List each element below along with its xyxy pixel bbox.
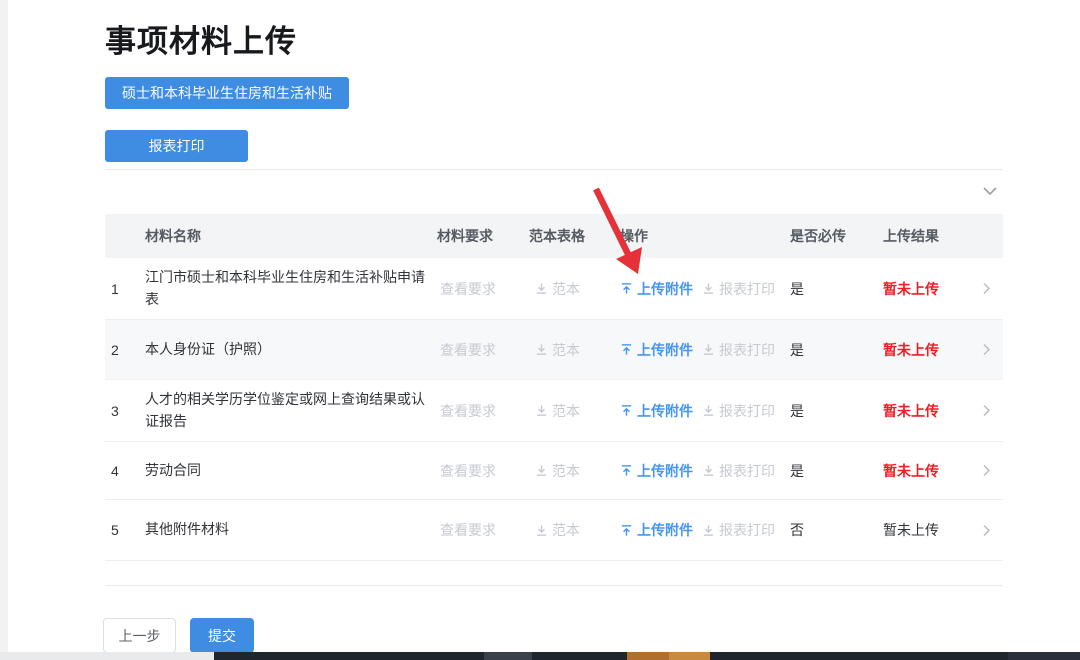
previous-step-button[interactable]: 上一步 <box>103 618 176 653</box>
bottom-taskbar-edge <box>0 652 1080 660</box>
download-icon <box>702 524 715 537</box>
upload-icon <box>620 404 633 417</box>
view-requirement-link[interactable]: 查看要求 <box>437 520 496 540</box>
upload-icon <box>620 282 633 295</box>
download-icon <box>702 404 715 417</box>
template-download-link[interactable]: 范本 <box>527 340 580 360</box>
section-divider <box>105 169 1003 170</box>
row-index: 1 <box>105 281 145 297</box>
table-row: 5 其他附件材料 查看要求 范本 上传附件 报表打印 否 暂未上传 <box>105 500 1003 561</box>
row-index: 3 <box>105 403 145 419</box>
chevron-right-icon[interactable] <box>975 343 1003 356</box>
template-download-link[interactable]: 范本 <box>527 401 580 421</box>
row-index: 2 <box>105 342 145 358</box>
materials-table: 材料名称 材料要求 范本表格 操作 是否必传 上传结果 1 江门市硕士和本科毕业… <box>105 214 1003 561</box>
chevron-right-icon[interactable] <box>975 404 1003 417</box>
header-material-requirement: 材料要求 <box>437 226 527 246</box>
row-index: 5 <box>105 522 145 538</box>
upload-result-status: 暂未上传 <box>878 461 975 481</box>
material-name: 本人身份证（护照） <box>145 339 437 361</box>
row-index: 4 <box>105 463 145 479</box>
template-download-link[interactable]: 范本 <box>527 279 580 299</box>
upload-result-status: 暂未上传 <box>878 279 975 299</box>
view-requirement-link[interactable]: 查看要求 <box>437 401 496 421</box>
table-row: 4 劳动合同 查看要求 范本 上传附件 报表打印 是 暂未上传 <box>105 442 1003 500</box>
upload-attachment-link[interactable]: 上传附件 <box>620 340 693 360</box>
header-material-name: 材料名称 <box>145 226 437 246</box>
chevron-right-icon[interactable] <box>975 464 1003 477</box>
chevron-right-icon[interactable] <box>975 524 1003 537</box>
download-icon <box>702 343 715 356</box>
download-icon <box>702 282 715 295</box>
header-upload-result: 上传结果 <box>878 226 975 246</box>
table-row: 1 江门市硕士和本科毕业生住房和生活补贴申请表 查看要求 范本 上传附件 报表打… <box>105 258 1003 320</box>
taskbar-segment <box>669 652 710 660</box>
header-template-form: 范本表格 <box>527 226 618 246</box>
required-value: 是 <box>785 461 878 481</box>
required-value: 是 <box>785 340 878 360</box>
download-icon <box>535 464 548 477</box>
report-print-link[interactable]: 报表打印 <box>702 340 775 360</box>
upload-result-status: 暂未上传 <box>878 401 975 421</box>
upload-result-status: 暂未上传 <box>878 520 975 540</box>
download-icon <box>535 343 548 356</box>
report-print-link[interactable]: 报表打印 <box>702 401 775 421</box>
download-icon <box>702 464 715 477</box>
upload-icon <box>620 343 633 356</box>
page-title: 事项材料上传 <box>105 16 297 61</box>
upload-attachment-link[interactable]: 上传附件 <box>620 520 693 540</box>
report-print-link[interactable]: 报表打印 <box>702 461 775 481</box>
taskbar-segment <box>484 652 532 660</box>
upload-icon <box>620 524 633 537</box>
upload-attachment-link[interactable]: 上传附件 <box>620 279 693 299</box>
matter-name-button[interactable]: 硕士和本科毕业生住房和生活补贴 <box>105 77 349 109</box>
table-row: 3 人才的相关学历学位鉴定或网上查询结果或认证报告 查看要求 范本 上传附件 报… <box>105 380 1003 442</box>
header-operation: 操作 <box>618 226 785 246</box>
template-download-link[interactable]: 范本 <box>527 520 580 540</box>
material-name: 劳动合同 <box>145 460 437 482</box>
report-print-link[interactable]: 报表打印 <box>702 520 775 540</box>
page-left-gutter <box>0 0 8 652</box>
report-print-link[interactable]: 报表打印 <box>702 279 775 299</box>
chevron-down-icon[interactable] <box>982 185 998 197</box>
chevron-right-icon[interactable] <box>975 282 1003 295</box>
download-icon <box>535 524 548 537</box>
material-name: 其他附件材料 <box>145 519 437 541</box>
taskbar-segment <box>1008 652 1080 660</box>
upload-attachment-link[interactable]: 上传附件 <box>620 461 693 481</box>
submit-button[interactable]: 提交 <box>190 618 254 653</box>
download-icon <box>535 282 548 295</box>
required-value: 是 <box>785 279 878 299</box>
header-required: 是否必传 <box>785 226 878 246</box>
report-print-button[interactable]: 报表打印 <box>105 130 248 162</box>
upload-attachment-link[interactable]: 上传附件 <box>620 401 693 421</box>
table-header-row: 材料名称 材料要求 范本表格 操作 是否必传 上传结果 <box>105 214 1003 258</box>
material-name: 人才的相关学历学位鉴定或网上查询结果或认证报告 <box>145 389 437 432</box>
material-name: 江门市硕士和本科毕业生住房和生活补贴申请表 <box>145 267 437 310</box>
required-value: 是 <box>785 401 878 421</box>
view-requirement-link[interactable]: 查看要求 <box>437 461 496 481</box>
upload-icon <box>620 464 633 477</box>
download-icon <box>535 404 548 417</box>
view-requirement-link[interactable]: 查看要求 <box>437 279 496 299</box>
section-divider <box>105 585 1003 586</box>
table-row: 2 本人身份证（护照） 查看要求 范本 上传附件 报表打印 是 暂未上传 <box>105 320 1003 380</box>
required-value: 否 <box>785 520 878 540</box>
view-requirement-link[interactable]: 查看要求 <box>437 340 496 360</box>
template-download-link[interactable]: 范本 <box>527 461 580 481</box>
taskbar-segment <box>627 652 669 660</box>
upload-result-status: 暂未上传 <box>878 340 975 360</box>
